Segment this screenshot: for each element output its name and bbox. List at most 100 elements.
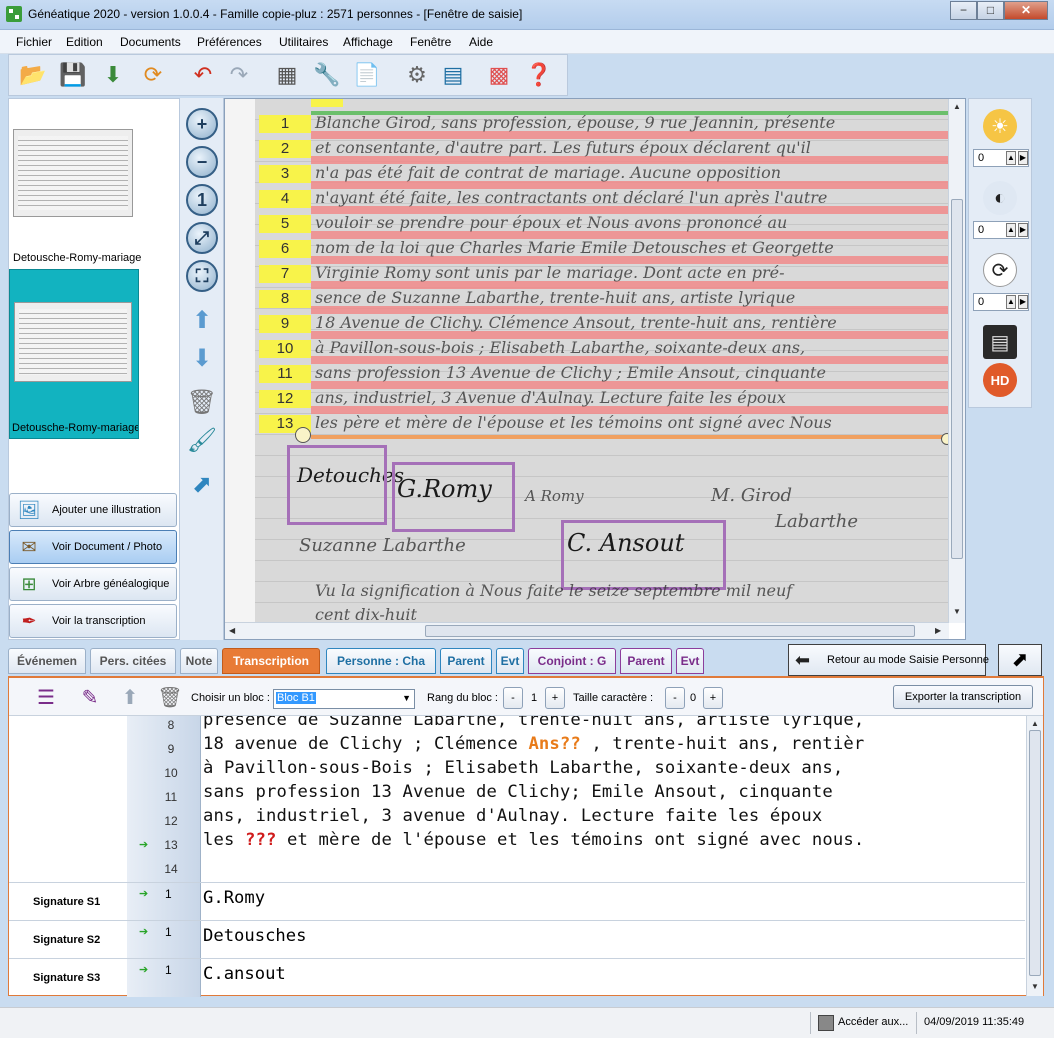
trash-icon[interactable]: 🗑 [186, 386, 218, 418]
signature-box-s1[interactable] [392, 462, 515, 532]
tab-parent-1[interactable]: Parent [440, 648, 492, 674]
rotation-spinner[interactable]: 0 ▲ ▶ [973, 293, 1029, 311]
edit-image-icon[interactable]: 🖌 [186, 424, 218, 456]
signature-box-s3[interactable] [561, 520, 726, 590]
signature-box-s2[interactable] [287, 445, 387, 525]
menu-preferences[interactable]: Préférences [197, 35, 262, 49]
external-window-button[interactable]: ⬈ [998, 644, 1042, 676]
undo-icon[interactable]: ↶ [187, 59, 219, 91]
export-arrow-icon[interactable]: ⬈ [186, 468, 218, 500]
line-number-marker[interactable]: 3 [259, 165, 311, 183]
menu-utilitaires[interactable]: Utilitaires [279, 35, 328, 49]
document-thumbnail-2-selected[interactable]: Detousche-Romy-mariage [9, 269, 139, 439]
delete-icon[interactable]: 🗑 [155, 683, 185, 711]
maximize-button[interactable]: □ [977, 1, 1004, 20]
export-transcription-button[interactable]: Exporter la transcription [893, 685, 1033, 709]
view-document-button[interactable]: ✉ Voir Document / Photo [9, 530, 177, 564]
block-select[interactable]: Bloc B1 ▼ [273, 689, 415, 709]
tab-personne[interactable]: Personne : Cha [326, 648, 436, 674]
settings-icon[interactable]: ⚙ [401, 59, 433, 91]
tab-evenement[interactable]: Événemen [8, 648, 86, 674]
tab-transcription[interactable]: Transcription [222, 648, 320, 674]
rank-increment-button[interactable]: + [545, 687, 565, 709]
line-number-marker[interactable]: 8 [259, 290, 311, 308]
document-vertical-scrollbar[interactable]: ▲ ▼ [948, 99, 965, 623]
line-number-marker[interactable]: 4 [259, 190, 311, 208]
save-icon[interactable]: 💾 [57, 59, 89, 91]
tab-note[interactable]: Note [180, 648, 218, 674]
signature-row[interactable]: Signature S3 ➔ 1 C.ansout [9, 958, 1025, 997]
back-to-person-mode-button[interactable]: ⬅ Retour au mode Saisie Personne [788, 644, 989, 676]
menu-edition[interactable]: Edition [66, 35, 103, 49]
edit-lines-icon[interactable]: ✎ [75, 683, 105, 711]
document-thumbnail-1[interactable] [13, 129, 133, 217]
transcription-editor[interactable]: 8 présence de Suzanne Labarthe, trente-hu… [9, 716, 1025, 882]
signature-row[interactable]: Signature S2 ➔ 1 Detousches [9, 920, 1025, 959]
sync-icon[interactable]: ⟳ [137, 59, 169, 91]
document-horizontal-scrollbar[interactable]: ◀ ▶ [225, 622, 949, 639]
negative-image-icon[interactable]: ▤ [983, 325, 1017, 359]
tab-conjoint[interactable]: Conjoint : G [528, 648, 616, 674]
arrow-up-icon[interactable]: ⬆ [186, 304, 218, 336]
color-grid-icon[interactable]: ▩ [483, 59, 515, 91]
contrast-spinner[interactable]: 0 ▲ ▶ [973, 221, 1029, 239]
menu-aide[interactable]: Aide [469, 35, 493, 49]
signature-text[interactable]: G.Romy [203, 888, 265, 908]
redo-icon[interactable]: ↷ [223, 59, 255, 91]
tab-parent-2[interactable]: Parent [620, 648, 672, 674]
tools-icon[interactable]: 🔧 [311, 59, 343, 91]
transcription-line[interactable]: 18 avenue de Clichy ; Clémence Ans?? , t… [203, 734, 864, 754]
open-folder-icon[interactable]: 📂 [17, 59, 49, 91]
window-layout-icon[interactable]: ▤ [437, 59, 469, 91]
download-icon[interactable]: ⬇ [97, 59, 129, 91]
zoom-fit-icon[interactable]: ⤢ [186, 222, 218, 254]
size-increment-button[interactable]: + [703, 687, 723, 709]
zoom-out-icon[interactable]: − [186, 146, 218, 178]
transcription-line[interactable]: présence de Suzanne Labarthe, trente-hui… [203, 716, 864, 730]
hd-icon[interactable]: HD [983, 363, 1017, 397]
view-tree-button[interactable]: ⊞ Voir Arbre généalogique [9, 567, 177, 601]
document-viewer[interactable]: Blanche Girod, sans profession, épouse, … [224, 98, 966, 640]
brightness-spinner[interactable]: 0 ▲ ▶ [973, 149, 1029, 167]
line-number-marker[interactable]: 6 [259, 240, 311, 258]
line-number-marker[interactable]: 11 [259, 365, 311, 383]
transcription-line[interactable]: sans profession 13 Avenue de Clichy; Emi… [203, 782, 833, 802]
zoom-window-icon[interactable]: ⛶ [186, 260, 218, 292]
transcription-line[interactable]: à Pavillon-sous-Bois ; Elisabeth Labarth… [203, 758, 843, 778]
transcription-line[interactable]: ans, industriel, 3 avenue d'Aulnay. Lect… [203, 806, 822, 826]
menu-affichage[interactable]: Affichage [343, 35, 393, 49]
menu-fichier[interactable]: Fichier [16, 35, 52, 49]
list-lines-icon[interactable]: ☰ [31, 683, 61, 711]
menu-fenetre[interactable]: Fenêtre [410, 35, 451, 49]
menu-documents[interactable]: Documents [120, 35, 181, 49]
line-number-marker[interactable]: 5 [259, 215, 311, 233]
line-number-marker[interactable]: 10 [259, 340, 311, 358]
add-illustration-button[interactable]: 🖼 Ajouter une illustration [9, 493, 177, 527]
help-icon[interactable]: ❓ [523, 59, 555, 91]
line-number-marker[interactable]: 1 [259, 115, 311, 133]
tab-evt-2[interactable]: Evt [676, 648, 704, 674]
zoom-in-icon[interactable]: + [186, 108, 218, 140]
close-button[interactable]: ✕ [1004, 1, 1048, 20]
line-number-marker[interactable]: 9 [259, 315, 311, 333]
line-number-marker[interactable]: 12 [259, 390, 311, 408]
tab-pers-citees[interactable]: Pers. citées [90, 648, 176, 674]
line-number-marker[interactable]: 7 [259, 265, 311, 283]
document-icon[interactable]: 📄 [351, 59, 383, 91]
tab-evt-1[interactable]: Evt [496, 648, 524, 674]
transcription-scrollbar[interactable]: ▲ ▼ [1026, 716, 1043, 996]
contrast-icon[interactable]: ◐ [983, 181, 1017, 215]
calculator-icon[interactable]: ▦ [271, 59, 303, 91]
access-status[interactable]: Accéder aux... [838, 1016, 908, 1028]
rank-decrement-button[interactable]: - [503, 687, 523, 709]
signature-row[interactable]: Signature S1 ➔ 1 G.Romy [9, 882, 1025, 921]
brightness-icon[interactable]: ☀ [983, 109, 1017, 143]
arrow-down-icon[interactable]: ⬇ [186, 342, 218, 374]
zoom-actual-icon[interactable]: 1 [186, 184, 218, 216]
rotate-icon[interactable]: ⟳ [983, 253, 1017, 287]
upload-icon[interactable]: ⬆ [115, 683, 145, 711]
line-number-marker[interactable]: 2 [259, 140, 311, 158]
view-transcription-button[interactable]: ✒ Voir la transcription [9, 604, 177, 638]
transcription-line[interactable]: les ??? et mère de l'épouse et les témoi… [203, 830, 864, 850]
signature-text[interactable]: C.ansout [203, 964, 286, 984]
